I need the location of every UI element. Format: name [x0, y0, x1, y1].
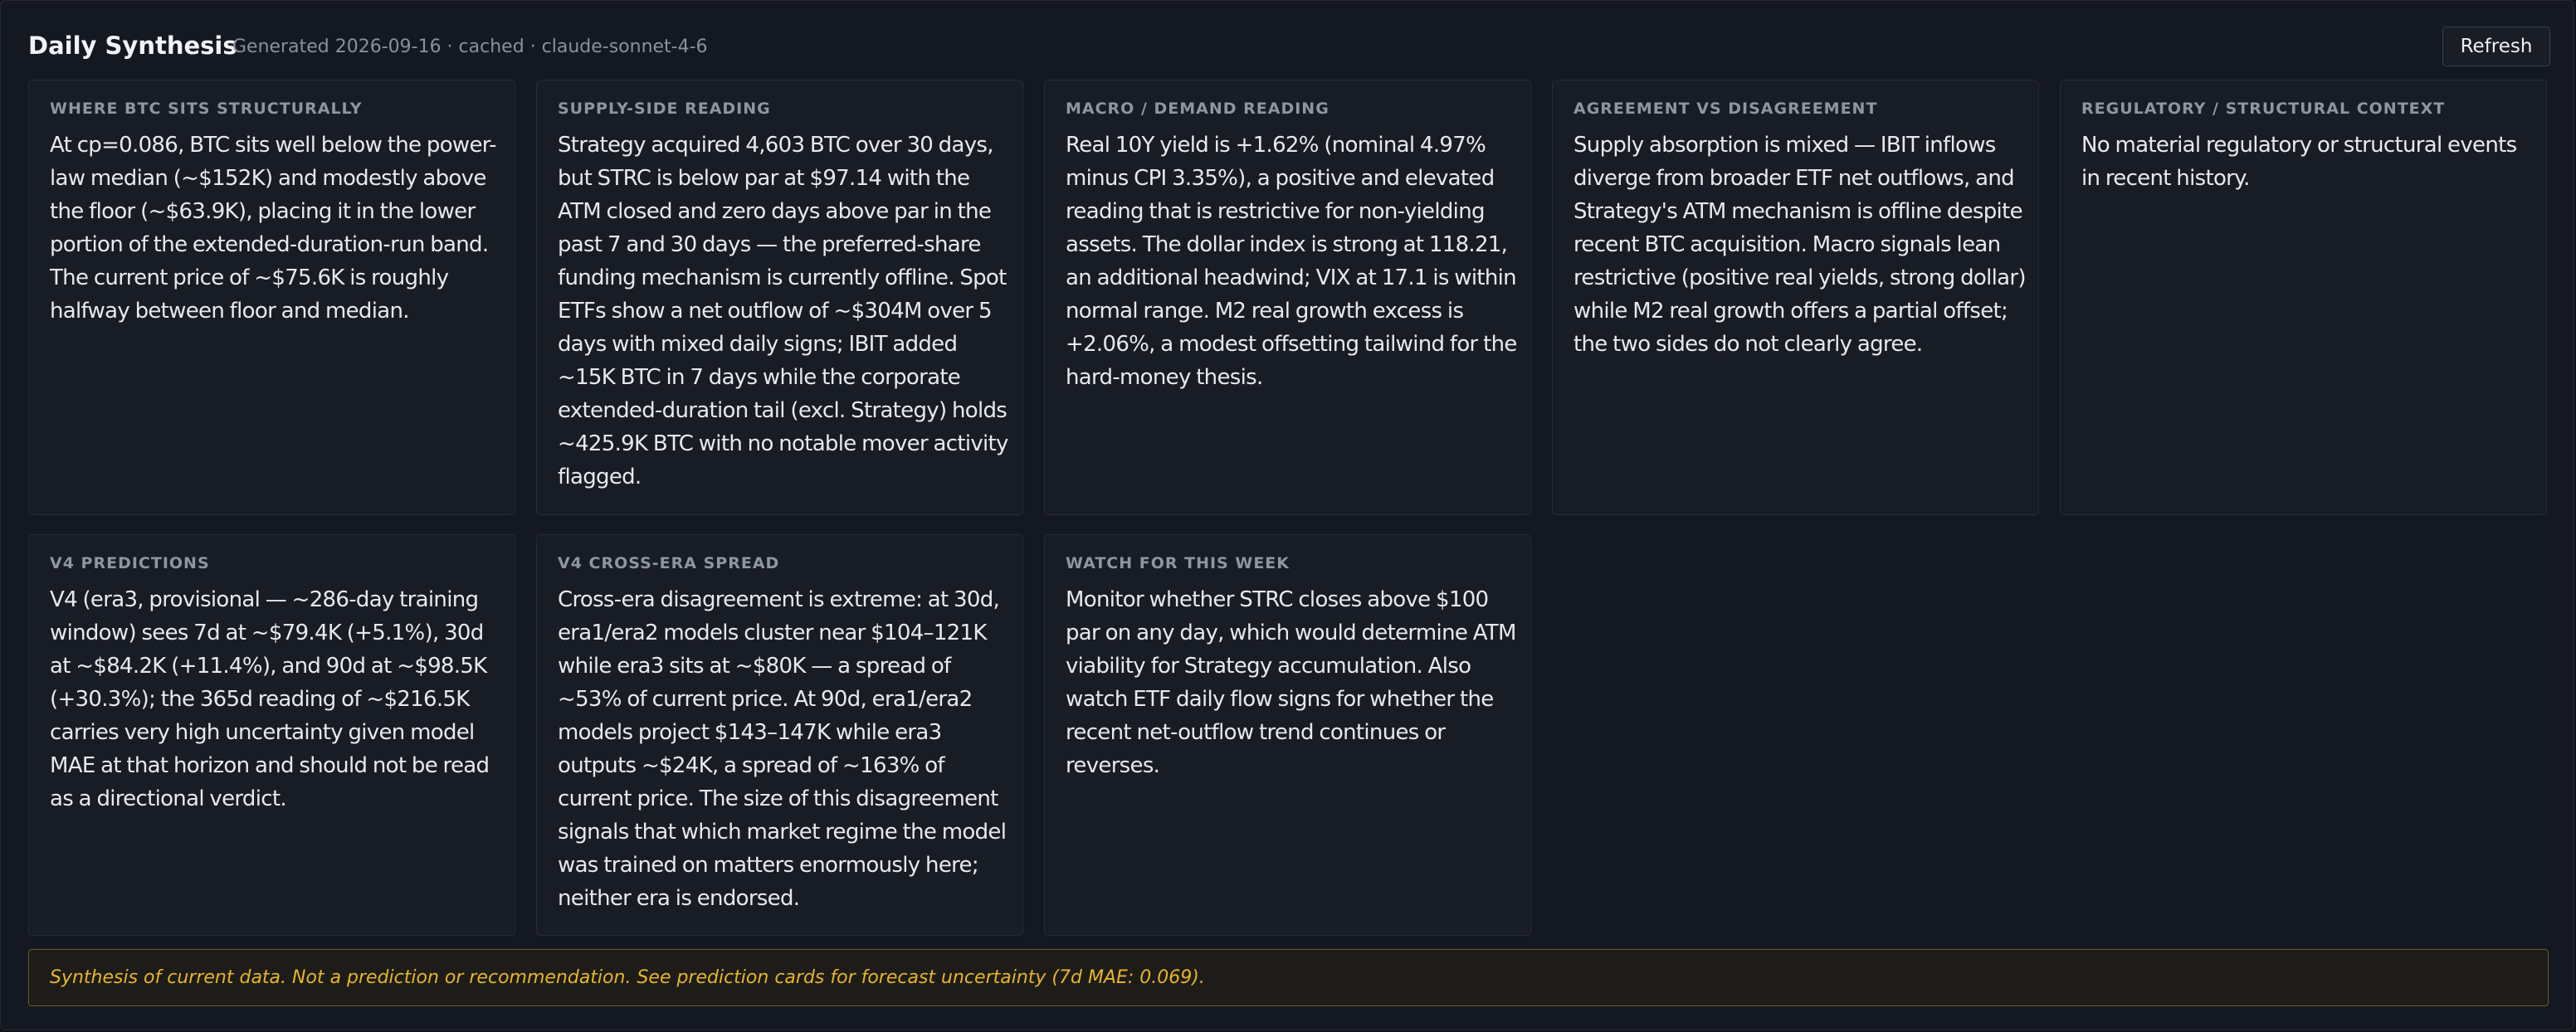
card-heading: WATCH FOR THIS WEEK	[1066, 554, 1290, 572]
daily-synthesis-panel: Daily Synthesis Generated 2026-09-16 · c…	[0, 0, 2574, 1030]
card-heading: V4 PREDICTIONS	[50, 554, 210, 572]
card-watch-week: WATCH FOR THIS WEEK Monitor whether STRC…	[1044, 534, 1531, 936]
card-heading: AGREEMENT VS DISAGREEMENT	[1573, 100, 1878, 118]
card-heading: WHERE BTC SITS STRUCTURALLY	[50, 100, 363, 118]
card-body: V4 (era3, provisional — ~286-day trainin…	[50, 587, 490, 811]
card-supply-side: SUPPLY-SIDE READING Strategy acquired 4,…	[536, 80, 1023, 515]
card-body: Real 10Y yield is +1.62% (nominal 4.97% …	[1066, 133, 1517, 390]
refresh-button[interactable]: Refresh	[2442, 27, 2550, 66]
card-body: No material regulatory or structural eve…	[2081, 133, 2517, 191]
card-body: Monitor whether STRC closes above $100 p…	[1066, 587, 1516, 778]
disclaimer-text: Synthesis of current data. Not a predict…	[50, 967, 1205, 988]
card-body: At cp=0.086, BTC sits well below the pow…	[50, 133, 496, 324]
page-title: Daily Synthesis	[28, 32, 237, 60]
disclaimer-banner: Synthesis of current data. Not a predict…	[28, 949, 2549, 1006]
card-heading: MACRO / DEMAND READING	[1066, 100, 1329, 118]
card-body: Strategy acquired 4,603 BTC over 30 days…	[558, 133, 1008, 489]
card-regulatory: REGULATORY / STRUCTURAL CONTEXT No mater…	[2060, 80, 2547, 515]
card-v4-predictions: V4 PREDICTIONS V4 (era3, provisional — ~…	[28, 534, 515, 936]
generation-info: Generated 2026-09-16 · cached · claude-s…	[232, 37, 708, 57]
card-agreement: AGREEMENT VS DISAGREEMENT Supply absorpt…	[1552, 80, 2039, 515]
card-cross-era-spread: V4 CROSS-ERA SPREAD Cross-era disagreeme…	[536, 534, 1023, 936]
card-heading: V4 CROSS-ERA SPREAD	[558, 554, 780, 572]
card-heading: SUPPLY-SIDE READING	[558, 100, 771, 118]
card-macro-demand: MACRO / DEMAND READING Real 10Y yield is…	[1044, 80, 1531, 515]
card-btc-structure: WHERE BTC SITS STRUCTURALLY At cp=0.086,…	[28, 80, 515, 515]
card-body: Cross-era disagreement is extreme: at 30…	[558, 587, 1007, 911]
card-body: Supply absorption is mixed — IBIT inflow…	[1573, 133, 2027, 357]
card-heading: REGULATORY / STRUCTURAL CONTEXT	[2081, 100, 2446, 118]
